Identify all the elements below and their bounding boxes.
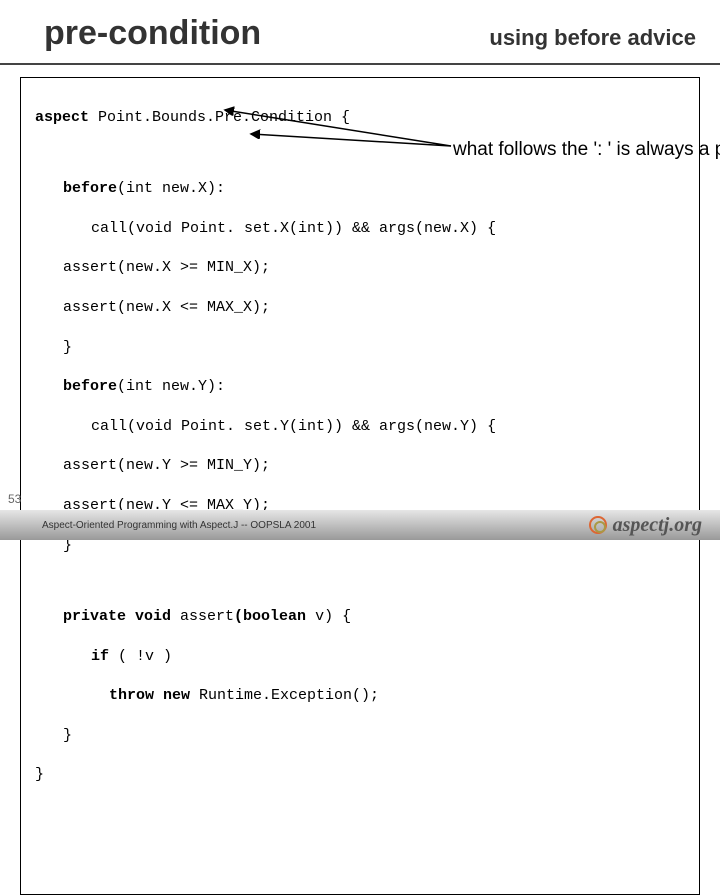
- code-text: assert(new.X >= MIN_X);: [63, 259, 270, 276]
- code-text: call(void Point. set.Y(int)) && args(new…: [91, 418, 496, 435]
- logo: aspectj.org: [589, 514, 720, 537]
- kw-aspect: aspect: [35, 109, 89, 126]
- code-text: Runtime.Exception();: [190, 687, 379, 704]
- code-text: assert(new.X <= MAX_X);: [63, 299, 270, 316]
- annotation-arrow: [221, 106, 461, 152]
- code-text: assert: [171, 608, 234, 625]
- footer-bar: Aspect-Oriented Programming with Aspect.…: [0, 510, 720, 540]
- code-text: }: [35, 766, 44, 783]
- code-text: }: [63, 727, 72, 744]
- kw-boolean: (boolean: [234, 608, 306, 625]
- footer-caption: Aspect-Oriented Programming with Aspect.…: [0, 520, 316, 531]
- code-text: (int new.X):: [117, 180, 225, 197]
- kw-before: before: [63, 180, 117, 197]
- logo-text: aspectj.org: [613, 514, 702, 537]
- code-text: v) {: [306, 608, 351, 625]
- code-text: }: [63, 339, 72, 356]
- slide-subtitle: using before advice: [489, 25, 696, 53]
- code-text: call(void Point. set.X(int)) && args(new…: [91, 220, 496, 237]
- code-text: ( !v ): [109, 648, 172, 665]
- aspectj-logo-icon: [589, 516, 607, 534]
- kw-if: if: [91, 648, 109, 665]
- slide-number: 53: [8, 492, 21, 506]
- kw-before: before: [63, 378, 117, 395]
- kw-throw-new: throw new: [109, 687, 190, 704]
- title-bar: pre-condition using before advice: [0, 0, 720, 65]
- code-text: (int new.Y):: [117, 378, 225, 395]
- code-text: assert(new.Y >= MIN_Y);: [63, 457, 270, 474]
- code-block: aspect Point.Bounds.Pre.Condition { befo…: [20, 77, 700, 895]
- kw-private-void: private void: [63, 608, 171, 625]
- slide-title: pre-condition: [44, 14, 261, 53]
- annotation-text: what follows the ': ' is always a pointc…: [453, 138, 703, 162]
